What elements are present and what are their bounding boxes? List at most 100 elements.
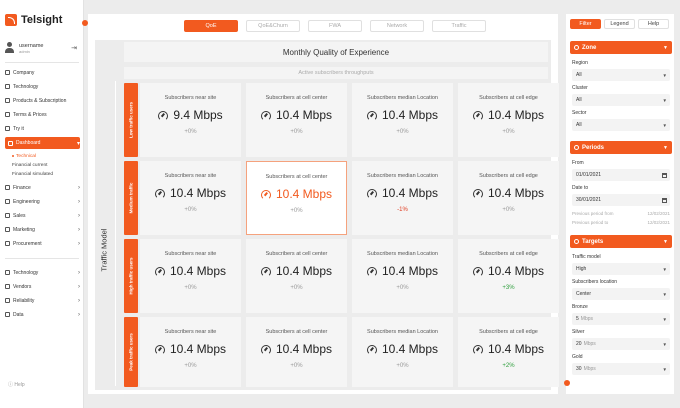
silver-select[interactable]: 20 Mbps ▼	[572, 338, 670, 350]
prev-to-label: Previous period to	[572, 220, 609, 225]
price-tag-icon	[5, 112, 10, 117]
tab-qoe[interactable]: QoE	[184, 20, 238, 32]
traffic-row-label: Medium traffic	[124, 161, 138, 235]
tab-fwa[interactable]: FWA	[308, 20, 362, 32]
kpi-card[interactable]: Subscribers at cell edge 10.4 Mbps +0%	[458, 83, 559, 157]
from-label: From	[572, 160, 584, 166]
card-value-row: 10.4 Mbps	[140, 186, 241, 200]
speedometer-icon	[472, 189, 483, 199]
tab-network[interactable]: Network	[370, 20, 424, 32]
nav-reliability[interactable]: Reliability ›	[5, 295, 80, 306]
kpi-card[interactable]: Subscribers at cell edge 10.4 Mbps +2%	[458, 317, 559, 387]
panel-title: Monthly Quality of Experience	[124, 42, 548, 62]
divider	[115, 81, 116, 386]
nav-data[interactable]: Data ›	[5, 309, 80, 320]
logo[interactable]: Telsight	[5, 14, 62, 26]
sidebar: Telsight username admin ⇥ Company Techno…	[0, 0, 84, 408]
logout-icon[interactable]: ⇥	[71, 44, 77, 52]
nav-engineering[interactable]: Engineering ›	[5, 196, 80, 207]
card-title: Subscribers at cell edge	[479, 173, 538, 179]
sector-select[interactable]: All ▼	[572, 119, 670, 131]
kpi-card[interactable]: Subscribers median Location 10.4 Mbps -1%	[352, 161, 453, 235]
nav-finance[interactable]: Finance ›	[5, 182, 80, 193]
nav-vendors[interactable]: Vendors ›	[5, 281, 80, 292]
chevron-right-icon: ›	[78, 226, 80, 233]
tab-filter[interactable]: Filter	[570, 19, 601, 29]
bronze-select[interactable]: 5 Mbps ▼	[572, 313, 670, 325]
dropdown-icon: ▼	[662, 291, 667, 297]
traffic-model-select[interactable]: High ▼	[572, 263, 670, 275]
nav-label: Dashboard	[16, 140, 41, 146]
nav-procurement[interactable]: Procurement ›	[5, 238, 80, 249]
nav-sub-financial-simulated[interactable]: Financial simulated	[12, 170, 53, 178]
targets-section-header[interactable]: Targets ▼	[570, 235, 672, 248]
kpi-card[interactable]: Subscribers near site 10.4 Mbps +0%	[140, 239, 241, 313]
nav-sales[interactable]: Sales ›	[5, 210, 80, 221]
kpi-card[interactable]: Subscribers median Location 10.4 Mbps +0%	[352, 317, 453, 387]
kpi-card[interactable]: Subscribers median Location 10.4 Mbps +0%	[352, 83, 453, 157]
gold-select[interactable]: 30 Mbps ▼	[572, 363, 670, 375]
nav-technology[interactable]: Technology	[5, 81, 80, 92]
tab-traffic[interactable]: Traffic	[432, 20, 486, 32]
calendar-icon	[662, 197, 667, 203]
tab-help[interactable]: Help	[638, 19, 669, 29]
card-value-row: 10.4 Mbps	[458, 108, 559, 122]
nav-technology-2[interactable]: Technology ›	[5, 267, 80, 278]
select-value: High	[576, 266, 587, 272]
speedometer-icon	[260, 111, 271, 121]
panel-toggle[interactable]	[564, 380, 570, 386]
card-value-row: 10.4 Mbps	[458, 186, 559, 200]
card-value: 10.4 Mbps	[275, 187, 333, 201]
nav-label: Sales	[13, 212, 26, 219]
kpi-card[interactable]: Subscribers at cell center 10.4 Mbps +0%	[246, 239, 347, 313]
card-value-row: 10.4 Mbps	[352, 108, 453, 122]
nav-marketing[interactable]: Marketing ›	[5, 224, 80, 235]
region-label: Region	[572, 60, 588, 66]
card-value: 10.4 Mbps	[487, 264, 545, 278]
prev-to-value: 12/02/2021	[647, 220, 670, 225]
speedometer-icon	[158, 111, 169, 121]
nav-sub-financial-current[interactable]: Financial current	[12, 161, 47, 169]
select-value: All	[576, 97, 582, 103]
kpi-card[interactable]: Subscribers near site 10.4 Mbps +0%	[140, 317, 241, 387]
kpi-card[interactable]: Subscribers at cell center 10.4 Mbps +0%	[246, 83, 347, 157]
cluster-label: Cluster	[572, 85, 588, 91]
periods-section-header[interactable]: Periods ▼	[570, 141, 672, 154]
kpi-card[interactable]: Subscribers at cell center 10.4 Mbps +0%	[246, 161, 347, 235]
from-date-input[interactable]: 01/01/2021	[572, 169, 670, 181]
kpi-card[interactable]: Subscribers at cell edge 10.4 Mbps +3%	[458, 239, 559, 313]
nav-dashboard[interactable]: Dashboard ▾	[5, 137, 80, 149]
card-value-row: 10.4 Mbps	[140, 264, 241, 278]
chevron-right-icon: ›	[78, 184, 80, 191]
nav-company[interactable]: Company	[5, 67, 80, 78]
kpi-card[interactable]: Subscribers at cell edge 10.4 Mbps +0%	[458, 161, 559, 235]
select-value: 5	[576, 316, 579, 322]
nav-products[interactable]: Products & Subscription	[5, 95, 80, 106]
zone-section-header[interactable]: Zone ▼	[570, 41, 672, 54]
card-value: 10.4 Mbps	[381, 264, 439, 278]
user-name: username	[19, 42, 44, 49]
tab-legend[interactable]: Legend	[604, 19, 635, 29]
select-value: All	[576, 72, 582, 78]
to-date-input[interactable]: 30/01/2021	[572, 194, 670, 206]
card-delta: +0%	[184, 207, 197, 213]
help-link[interactable]: ⓘ Help	[8, 381, 25, 388]
sidebar-toggle[interactable]	[82, 20, 88, 26]
nav-tryit[interactable]: Try it	[5, 123, 80, 134]
cluster-select[interactable]: All ▼	[572, 94, 670, 106]
kpi-card[interactable]: Subscribers near site 10.4 Mbps +0%	[140, 161, 241, 235]
gold-label: Gold	[572, 354, 583, 360]
speedometer-icon	[260, 345, 271, 355]
card-title: Subscribers at cell center	[265, 329, 328, 335]
subscribers-location-select[interactable]: Center ▼	[572, 288, 670, 300]
kpi-card[interactable]: Subscribers median Location 10.4 Mbps +0%	[352, 239, 453, 313]
tab-qoe-churn[interactable]: QoE&Churn	[246, 20, 300, 32]
card-delta: +0%	[184, 129, 197, 135]
kpi-card[interactable]: Subscribers at cell center 10.4 Mbps +0%	[246, 317, 347, 387]
speedometer-icon	[260, 267, 271, 277]
dashboard-icon	[8, 140, 13, 146]
nav-sub-technical[interactable]: Technical	[12, 152, 36, 160]
nav-terms[interactable]: Terms & Prices	[5, 109, 80, 120]
kpi-card[interactable]: Subscribers near site 9.4 Mbps +0%	[140, 83, 241, 157]
region-select[interactable]: All ▼	[572, 69, 670, 81]
